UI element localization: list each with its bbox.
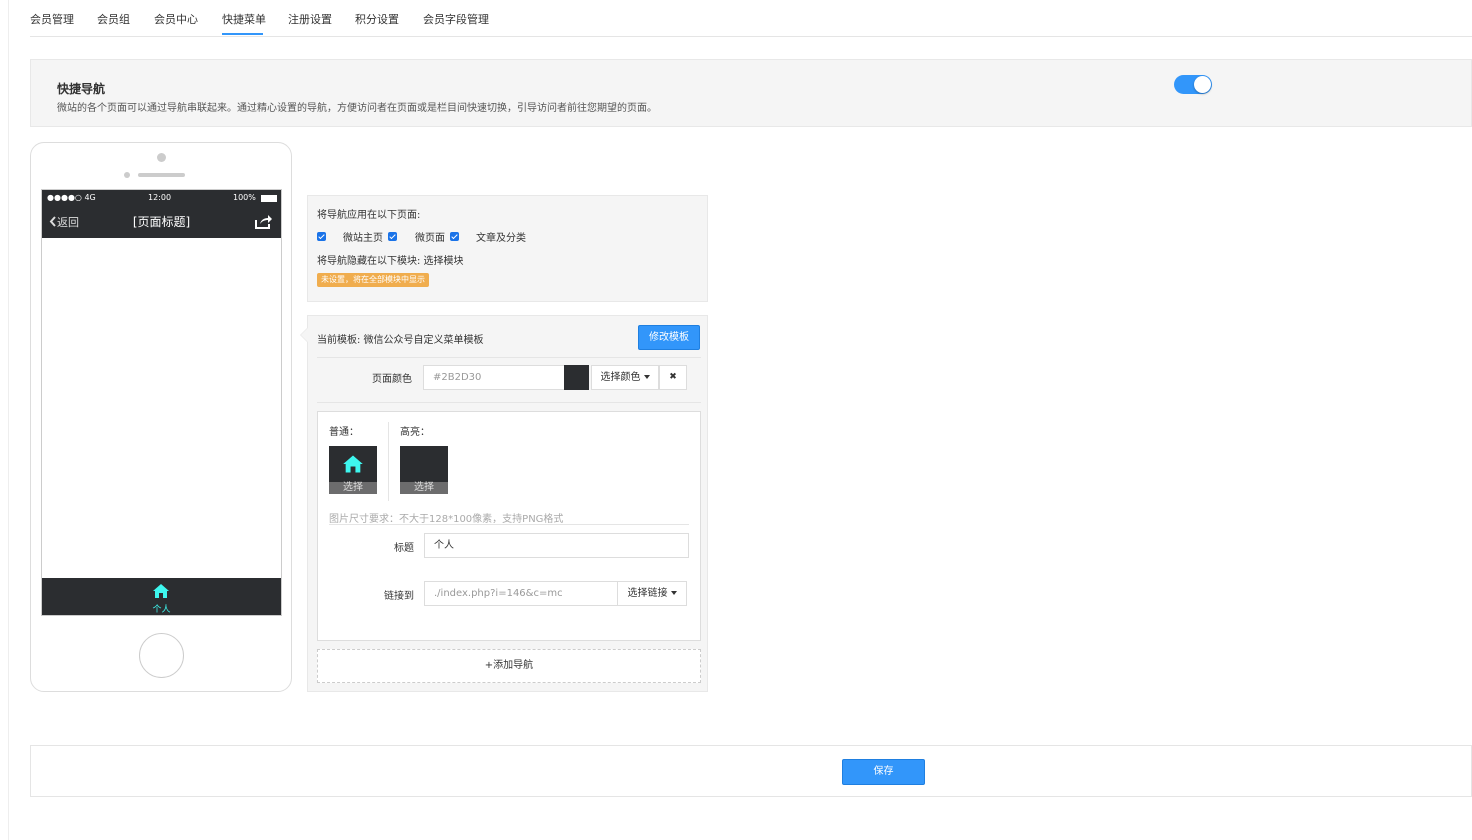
signal-indicator: ●●●●○ 4G	[47, 193, 96, 202]
phone-camera	[157, 153, 166, 162]
caret-down-icon	[643, 375, 650, 379]
battery-icon	[261, 195, 277, 202]
divider	[329, 524, 689, 525]
active-tab-indicator	[222, 33, 263, 35]
divider	[388, 422, 389, 501]
choose-link-button[interactable]: 选择链接	[617, 581, 687, 606]
phone-tabbar: 个人	[42, 578, 281, 615]
select-highlight-icon: 选择	[400, 482, 448, 494]
phone-header: ●●●●○ 4G 12:00 100% 返回 [页面标题]	[42, 190, 281, 238]
home-icon	[153, 584, 169, 598]
toggle-knob	[1194, 76, 1211, 93]
tab-register-settings[interactable]: 注册设置	[288, 11, 332, 27]
select-normal-icon: 选择	[329, 482, 377, 494]
menu-editor-panel: 当前模板: 微信公众号自定义菜单模板 修改模板 页面颜色 #2B2D30 选择颜…	[300, 315, 708, 692]
checkbox-articles[interactable]	[450, 232, 459, 241]
tab-points-settings[interactable]: 积分设置	[355, 11, 399, 27]
current-template: 当前模板: 微信公众号自定义菜单模板	[317, 335, 484, 346]
tab-quick-menu[interactable]: 快捷菜单	[222, 11, 266, 27]
page-color-label: 页面颜色	[372, 374, 412, 385]
left-divider	[8, 0, 9, 840]
normal-icon-label: 普通：	[329, 427, 359, 438]
color-swatch	[564, 365, 589, 390]
choose-color-label: 选择颜色	[600, 372, 641, 383]
hide-modules-label[interactable]: 将导航隐藏在以下模块: 选择模块	[317, 252, 464, 267]
tab-member-group[interactable]: 会员组	[97, 11, 130, 27]
nav-item-editor: 普通： 高亮： 选择 选择 图片尺寸要求：不大于128*100像素，支持PNG格…	[317, 411, 701, 641]
link-label: 链接到	[384, 591, 414, 602]
phone-home-button	[139, 633, 184, 678]
banner-description: 微站的各个页面可以通过导航串联起来。通过精心设置的导航，方便访问者在页面或是栏目…	[57, 103, 657, 114]
tab-member-center[interactable]: 会员中心	[154, 11, 198, 27]
quick-nav-toggle[interactable]	[1174, 75, 1212, 94]
banner-title: 快捷导航	[57, 82, 106, 96]
title-label: 标题	[394, 543, 414, 554]
image-size-hint: 图片尺寸要求：不大于128*100像素，支持PNG格式	[329, 514, 564, 525]
nav-title-input[interactable]: 个人	[424, 533, 689, 558]
status-time: 12:00	[148, 193, 172, 202]
choose-link-label: 选择链接	[627, 588, 668, 599]
option-articles: 文章及分类	[476, 233, 526, 244]
highlight-icon-picker[interactable]: 选择	[400, 446, 448, 494]
divider	[317, 402, 701, 403]
apply-pages-panel: 将导航应用在以下页面: 微站主页 微页面 文章及分类 将导航隐藏在以下模块: 选…	[307, 195, 708, 302]
phone-preview: ●●●●○ 4G 12:00 100% 返回 [页面标题] 个人	[30, 142, 292, 692]
add-nav-button[interactable]: +添加导航	[317, 649, 701, 683]
divider	[317, 357, 701, 358]
link-input[interactable]: ./index.php?i=146&c=mc	[424, 581, 618, 606]
save-button[interactable]: 保存	[842, 759, 925, 785]
checkbox-site-home[interactable]	[317, 232, 326, 241]
tab-member-fields[interactable]: 会员字段管理	[423, 11, 489, 27]
modify-template-button[interactable]: 修改模板	[638, 325, 700, 350]
tabbar-label: 个人	[152, 605, 171, 615]
tab-member-management[interactable]: 会员管理	[30, 11, 74, 27]
normal-icon-picker[interactable]: 选择	[329, 446, 377, 494]
top-tabs: 会员管理 会员组 会员中心 快捷菜单 注册设置 积分设置 会员字段管理	[30, 0, 1472, 37]
home-icon	[343, 455, 363, 473]
phone-speaker	[138, 173, 185, 177]
page-color-input[interactable]: #2B2D30	[423, 365, 565, 390]
warning-badge: 未设置，将在全部模块中显示	[317, 273, 429, 287]
caret-down-icon	[670, 591, 677, 595]
battery-text: 100%	[233, 193, 256, 202]
phone-screen: ●●●●○ 4G 12:00 100% 返回 [页面标题] 个人	[41, 189, 282, 616]
panel-pointer	[301, 328, 308, 342]
choose-color-button[interactable]: 选择颜色	[591, 365, 659, 390]
clear-color-button[interactable]: ✖	[659, 365, 687, 390]
footer-bar: 保存	[30, 745, 1472, 797]
apply-label: 将导航应用在以下页面:	[317, 210, 421, 221]
phone-page-title: [页面标题]	[132, 215, 191, 229]
share-icon	[255, 215, 272, 229]
quick-nav-banner: 快捷导航 微站的各个页面可以通过导航串联起来。通过精心设置的导航，方便访问者在页…	[30, 59, 1472, 127]
option-micro-page: 微页面	[415, 233, 445, 244]
phone-sensor	[124, 172, 130, 178]
checkbox-micro-page[interactable]	[388, 232, 397, 241]
option-site-home: 微站主页	[343, 233, 383, 244]
highlight-icon-label: 高亮：	[400, 427, 430, 438]
